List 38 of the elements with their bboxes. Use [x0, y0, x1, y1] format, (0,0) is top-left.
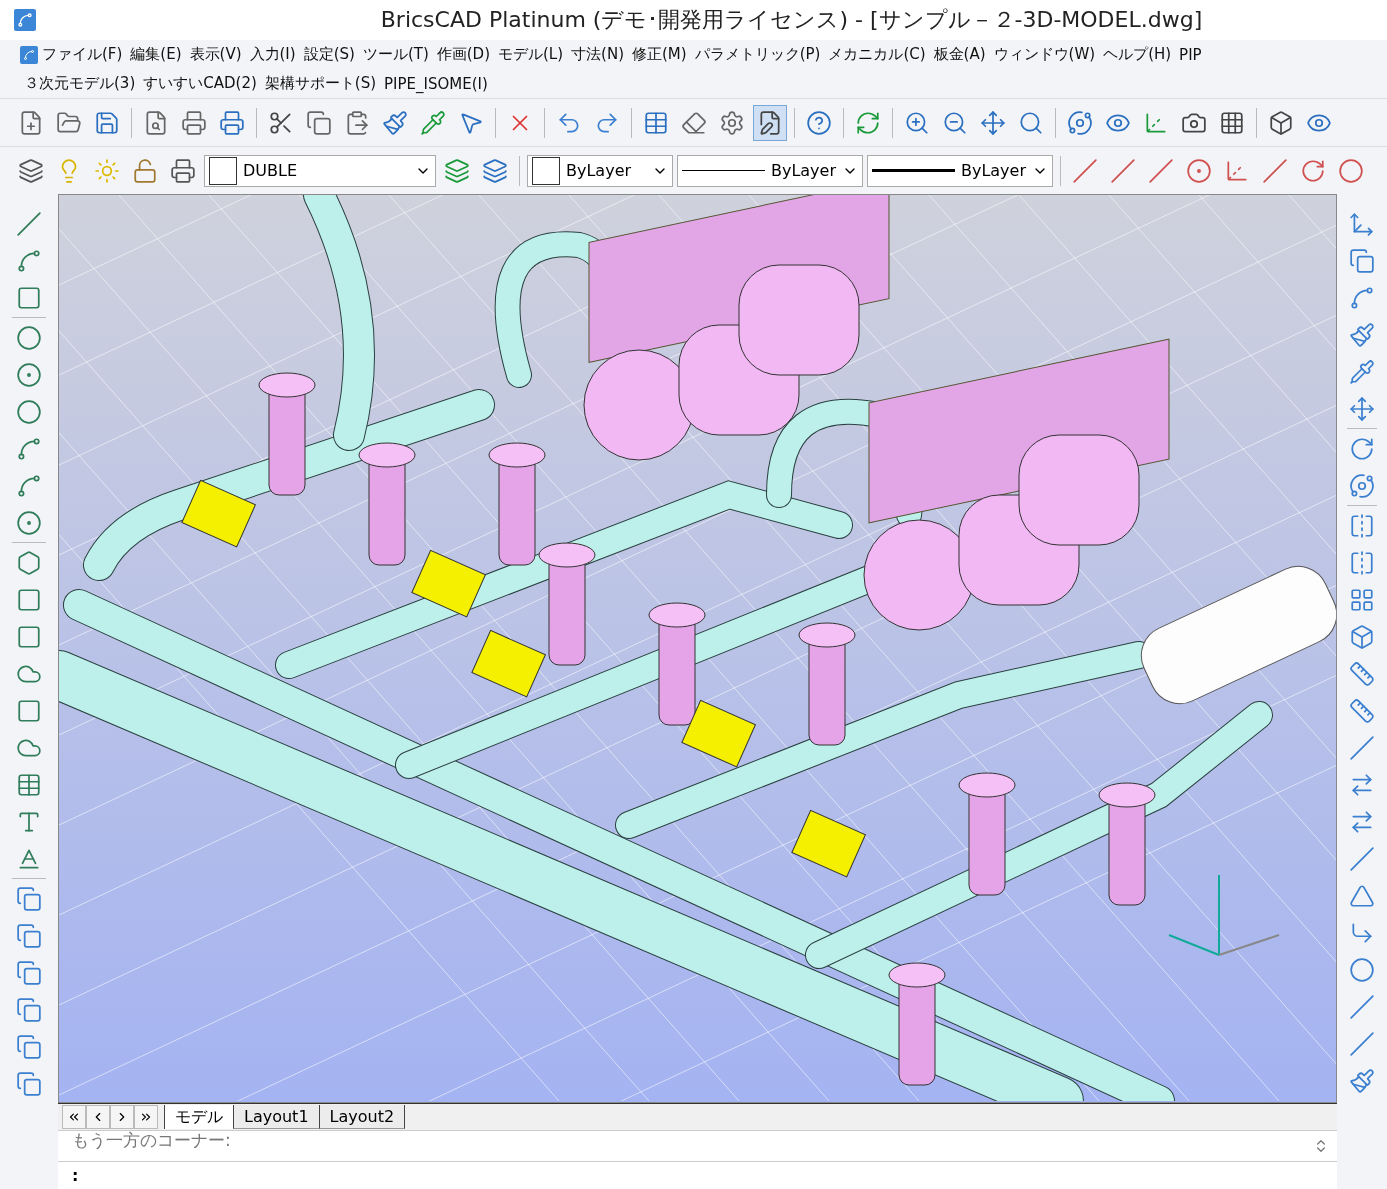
last-tab-button[interactable] — [134, 1105, 158, 1129]
layout-tab[interactable]: Layout1 — [233, 1105, 320, 1129]
menu-item[interactable]: 設定(S) — [299, 45, 359, 64]
color-dropdown[interactable]: ByLayer — [527, 154, 673, 187]
menu-item[interactable]: 編集(E) — [126, 45, 186, 64]
layer-dropdown[interactable]: DUBLE — [204, 154, 436, 187]
next-tab-button[interactable] — [110, 1105, 134, 1129]
menu-item[interactable]: 修正(M) — [628, 45, 691, 64]
layout-tab[interactable]: モデル — [164, 1105, 234, 1129]
layout-tab[interactable]: Layout2 — [318, 1105, 406, 1129]
first-tab-button[interactable] — [62, 1105, 86, 1129]
menu-item[interactable]: 作画(D) — [432, 45, 494, 64]
menu-item[interactable]: 寸法(N) — [567, 45, 628, 64]
linetype-dropdown[interactable]: ByLayer — [677, 154, 863, 187]
command-history-text: もう一方のコーナー: — [72, 1131, 231, 1152]
menu-item[interactable]: ファイル(F) — [38, 45, 127, 64]
menu-item[interactable]: すいすいCAD(2) — [139, 74, 261, 93]
menu-item[interactable]: 入力(I) — [245, 45, 300, 64]
menu-item[interactable]: ３次元モデル(3) — [20, 74, 140, 93]
first-arrow-icon — [67, 1110, 81, 1124]
command-input-field[interactable]: : — [58, 1162, 1337, 1189]
menu-item[interactable]: パラメトリック(P) — [690, 45, 825, 64]
app-logo-icon — [14, 9, 36, 31]
menu-item[interactable]: 表示(V) — [185, 45, 246, 64]
menu-item[interactable]: モデル(L) — [494, 45, 568, 64]
menu-item[interactable]: ツール(T) — [358, 45, 433, 64]
document-icon[interactable] — [20, 45, 38, 64]
previous-tab-button[interactable] — [86, 1105, 110, 1129]
menu-item[interactable]: PIPE_ISOME(I) — [380, 74, 492, 93]
menu-item[interactable]: ウィンドウ(W) — [989, 45, 1100, 64]
menu-item[interactable]: 架構サポート(S) — [260, 74, 381, 93]
window-title: BricsCAD Platinum (デモ･開発用ライセンス) - [サンプル－２-3D-MODEL.dwg] — [379, 6, 1204, 34]
menu-item[interactable]: ヘルプ(H) — [1099, 45, 1176, 64]
menu-item[interactable]: メカニカル(C) — [824, 45, 930, 64]
edit-document-icon[interactable] — [753, 104, 787, 141]
lineweight-dropdown[interactable]: ByLayer — [867, 154, 1053, 187]
menu-item[interactable]: 板金(A) — [929, 45, 990, 64]
menu-item[interactable]: PIP — [1175, 45, 1206, 64]
